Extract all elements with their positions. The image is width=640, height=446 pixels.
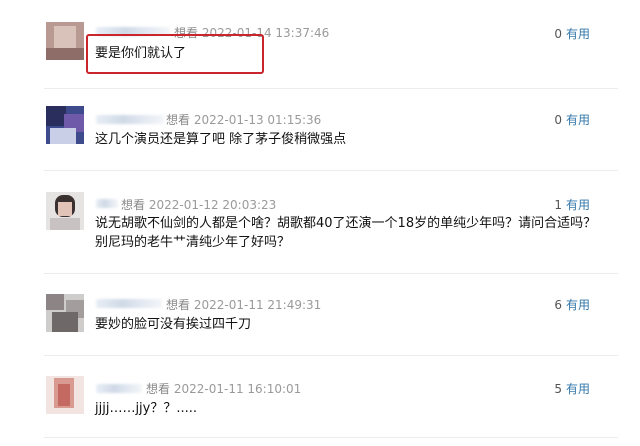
comment-time: 2022-01-12 20:03:23 <box>148 198 277 212</box>
avatar[interactable] <box>46 192 84 230</box>
useful-vote: 0 有用 <box>554 111 590 128</box>
useful-vote: 1 有用 <box>554 196 590 213</box>
vote-count: 1 <box>554 198 562 212</box>
useful-button[interactable]: 有用 <box>566 27 590 41</box>
vote-count: 5 <box>554 382 562 396</box>
divider <box>44 355 618 356</box>
comment-meta: 想看 2022-01-13 01:15:36 <box>166 111 321 128</box>
comment-time: 2022-01-11 16:10:01 <box>173 382 302 396</box>
comment-meta: 想看 2022-01-11 16:10:01 <box>146 380 301 397</box>
vote-count: 6 <box>554 298 562 312</box>
divider <box>44 170 618 171</box>
comment-text: 这几个演员还是算了吧 除了茅子俊稍微强点 <box>95 132 347 147</box>
avatar[interactable] <box>46 376 84 414</box>
useful-button[interactable]: 有用 <box>566 198 590 212</box>
useful-button[interactable]: 有用 <box>566 382 590 396</box>
divider <box>44 273 618 274</box>
useful-button[interactable]: 有用 <box>566 113 590 127</box>
username[interactable] <box>96 299 162 308</box>
username[interactable] <box>96 199 118 208</box>
username[interactable] <box>96 384 142 393</box>
useful-vote: 5 有用 <box>554 380 590 397</box>
avatar[interactable] <box>46 106 84 144</box>
username[interactable] <box>96 115 164 124</box>
comment-meta: 想看 2022-01-11 21:49:31 <box>166 296 321 313</box>
rating-status: 想看 <box>166 113 191 127</box>
comment-text: 要妙的脸可没有挨过四千刀 <box>95 317 252 332</box>
avatar[interactable] <box>46 22 84 60</box>
divider <box>44 88 618 89</box>
rating-status: 想看 <box>146 382 171 396</box>
rating-status: 想看 <box>166 298 191 312</box>
highlight-box <box>86 34 264 74</box>
vote-count: 0 <box>554 113 562 127</box>
comment-text: 说无胡歌不仙剑的人都是个啥？胡歌都40了还演一个18岁的单纯少年吗？请问合适吗？… <box>95 216 597 250</box>
avatar[interactable] <box>46 294 84 332</box>
useful-button[interactable]: 有用 <box>566 298 590 312</box>
useful-vote: 6 有用 <box>554 296 590 313</box>
useful-vote: 0 有用 <box>554 25 590 42</box>
comment-meta: 想看 2022-01-12 20:03:23 <box>121 196 276 213</box>
comment-time: 2022-01-11 21:49:31 <box>193 298 322 312</box>
comment-time: 2022-01-13 01:15:36 <box>193 113 322 127</box>
comment-text: jjjj……jjy？？..... <box>95 401 198 416</box>
rating-status: 想看 <box>121 198 146 212</box>
vote-count: 0 <box>554 27 562 41</box>
divider <box>44 437 618 438</box>
